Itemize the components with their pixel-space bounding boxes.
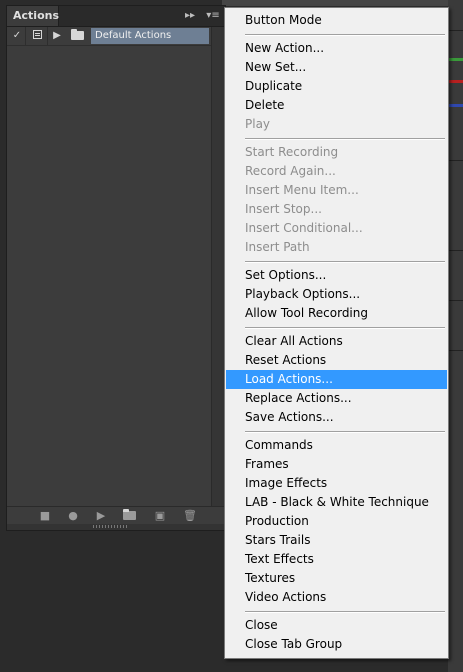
play-icon[interactable]: ▶ xyxy=(91,507,111,525)
menu-separator xyxy=(245,327,445,329)
menu-item-insert-path: Insert Path xyxy=(245,240,310,254)
menu-item-textures[interactable]: Textures xyxy=(226,569,447,588)
menu-item-frames[interactable]: Frames xyxy=(226,455,447,474)
menu-item-new-action[interactable]: New Action... xyxy=(226,39,447,58)
actions-flyout-menu: Button Mode New Action... New Set... Duplic… xyxy=(224,7,449,659)
background-panel-top xyxy=(222,0,463,6)
menu-item-lab-black-white-technique[interactable]: LAB - Black & White Technique xyxy=(226,493,447,512)
panel-menu-icon[interactable]: ▾≡ xyxy=(203,6,223,26)
panel-resize-grip[interactable] xyxy=(7,524,225,530)
menu-item-set-options[interactable]: Set Options... xyxy=(226,266,447,285)
actions-panel: Actions ▸▸ ▾≡ ✓ ▶ Default Actions ■ ● ▶ … xyxy=(6,5,226,531)
action-set-row[interactable]: ✓ ▶ Default Actions xyxy=(7,27,211,46)
menu-separator xyxy=(245,138,445,140)
menu-item-close-tab-group[interactable]: Close Tab Group xyxy=(226,635,447,654)
color-swatch-blue xyxy=(448,104,463,107)
menu-separator xyxy=(245,431,445,433)
menu-item-record-again: Record Again... xyxy=(245,164,336,178)
menu-item-insert-menu-item: Insert Menu Item... xyxy=(245,183,359,197)
expand-triangle-icon[interactable]: ▶ xyxy=(51,27,63,45)
menu-item-stars-trails[interactable]: Stars Trails xyxy=(226,531,447,550)
color-swatch-red xyxy=(448,80,463,83)
background-divider xyxy=(448,350,463,351)
menu-item-close[interactable]: Close xyxy=(226,616,447,635)
menu-item-start-recording: Start Recording xyxy=(245,145,339,159)
menu-item-duplicate[interactable]: Duplicate xyxy=(226,77,447,96)
menu-item-new-set[interactable]: New Set... xyxy=(226,58,447,77)
menu-separator xyxy=(245,34,445,36)
background-divider xyxy=(448,300,463,301)
menu-item-insert-stop: Insert Stop... xyxy=(245,202,322,216)
panel-tab-bar: Actions ▸▸ ▾≡ xyxy=(7,6,225,27)
menu-item-button-mode[interactable]: Button Mode xyxy=(226,11,447,30)
menu-item-load-actions[interactable]: Load Actions... xyxy=(226,370,447,389)
menu-separator xyxy=(245,611,445,613)
menu-item-production[interactable]: Production xyxy=(226,512,447,531)
delete-icon[interactable]: 🗑 xyxy=(180,507,200,525)
menu-item-playback-options[interactable]: Playback Options... xyxy=(226,285,447,304)
background-panel-right xyxy=(448,0,463,672)
menu-item-text-effects[interactable]: Text Effects xyxy=(226,550,447,569)
menu-item-replace-actions[interactable]: Replace Actions... xyxy=(226,389,447,408)
record-icon[interactable]: ● xyxy=(63,507,83,525)
background-divider xyxy=(448,160,463,161)
background-divider xyxy=(448,250,463,251)
color-swatch-green xyxy=(448,58,463,61)
new-set-icon[interactable] xyxy=(119,507,139,525)
menu-item-insert-conditional: Insert Conditional... xyxy=(245,221,363,235)
menu-item-video-actions[interactable]: Video Actions xyxy=(226,588,447,607)
actions-scrollbar[interactable] xyxy=(211,27,225,506)
menu-item-save-actions[interactable]: Save Actions... xyxy=(226,408,447,427)
stop-icon[interactable]: ■ xyxy=(35,507,55,525)
folder-icon xyxy=(67,27,87,45)
menu-item-allow-tool-recording[interactable]: Allow Tool Recording xyxy=(226,304,447,323)
actions-toolbar: ■ ● ▶ ▣ 🗑 xyxy=(7,506,225,525)
action-set-name[interactable]: Default Actions xyxy=(91,28,209,44)
new-action-icon[interactable]: ▣ xyxy=(150,507,170,525)
collapse-panel-icon[interactable]: ▸▸ xyxy=(182,6,198,26)
menu-item-reset-actions[interactable]: Reset Actions xyxy=(226,351,447,370)
actions-list: ✓ ▶ Default Actions xyxy=(7,27,211,506)
menu-item-delete[interactable]: Delete xyxy=(226,96,447,115)
background-divider xyxy=(448,30,463,31)
menu-item-play: Play xyxy=(245,117,271,131)
menu-item-image-effects[interactable]: Image Effects xyxy=(226,474,447,493)
menu-item-commands[interactable]: Commands xyxy=(226,436,447,455)
toggle-item-checkbox[interactable]: ✓ xyxy=(9,27,26,45)
menu-item-clear-all-actions[interactable]: Clear All Actions xyxy=(226,332,447,351)
toggle-dialog-icon[interactable] xyxy=(27,27,48,45)
tab-actions[interactable]: Actions xyxy=(7,6,59,26)
menu-separator xyxy=(245,261,445,263)
